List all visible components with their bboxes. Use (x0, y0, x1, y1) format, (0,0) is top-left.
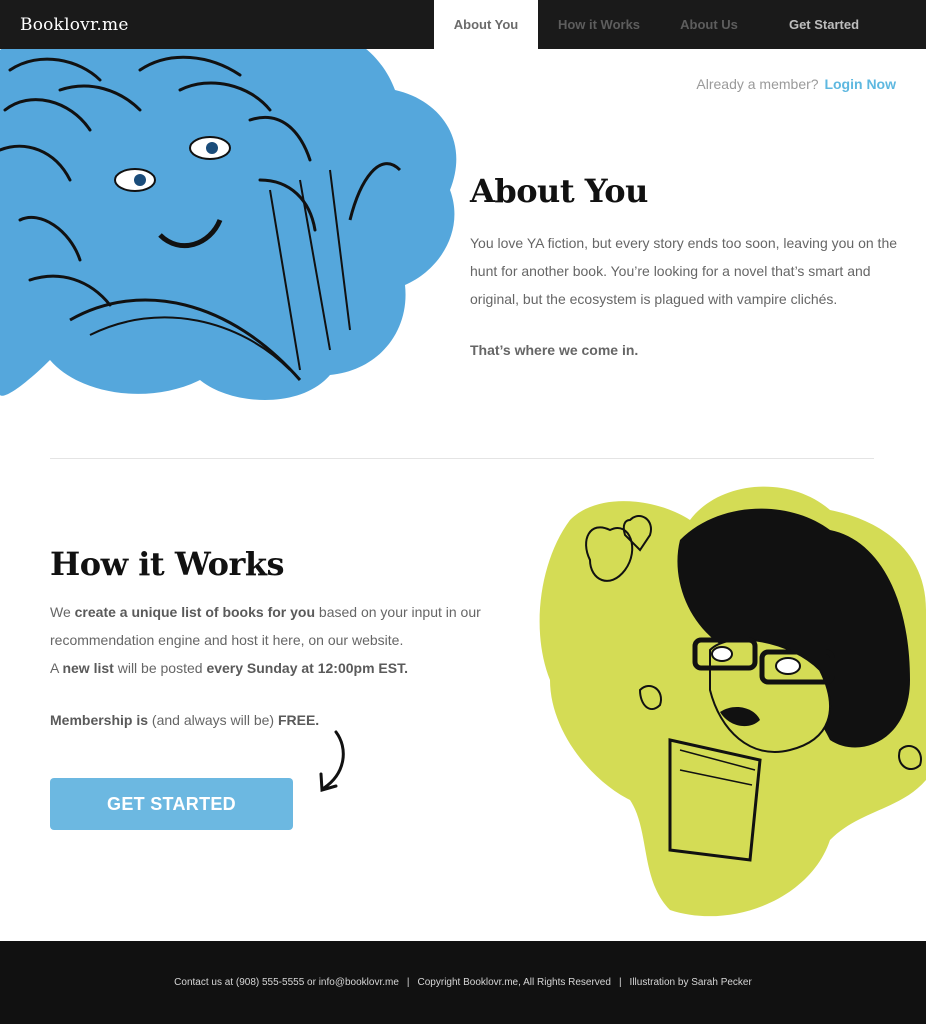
nav-how-it-works[interactable]: How it Works (548, 0, 650, 49)
top-nav-bar: Booklovr.me About You How it Works About… (0, 0, 926, 49)
footer-illustration-credit: Illustration by Sarah Pecker (629, 977, 752, 988)
login-prompt: Already a member? Login Now (696, 76, 896, 92)
nav-about-us[interactable]: About Us (668, 0, 750, 49)
about-you-body: You love YA fiction, but every story end… (470, 235, 898, 307)
how-it-works-heading: How it Works (50, 545, 285, 583)
footer-copyright: Copyright Booklovr.me, All Rights Reserv… (417, 977, 611, 988)
login-now-link[interactable]: Login Now (824, 76, 896, 92)
site-logo[interactable]: Booklovr.me (20, 15, 129, 35)
footer-text: Contact us at (908) 555-5555 or info@boo… (174, 977, 752, 988)
curved-arrow-icon (319, 730, 345, 792)
about-you-emphasis: That’s where we come in. (470, 342, 639, 358)
nav-get-started[interactable]: Get Started (770, 0, 878, 49)
footer-contact[interactable]: Contact us at (908) 555-5555 or info@boo… (174, 977, 399, 988)
section-divider (50, 458, 874, 459)
login-prompt-text: Already a member? (696, 76, 819, 92)
glasses-girl-illustration (539, 486, 926, 917)
about-you-heading: About You (470, 172, 648, 210)
site-footer: Contact us at (908) 555-5555 or info@boo… (0, 941, 926, 1024)
how-it-works-body: We create a unique list of books for you… (50, 604, 481, 676)
membership-note: Membership is (and always will be) FREE. (50, 712, 320, 728)
nav-about-you[interactable]: About You (434, 0, 538, 49)
reading-girl-illustration (0, 30, 457, 400)
get-started-button[interactable]: GET STARTED (50, 778, 293, 830)
